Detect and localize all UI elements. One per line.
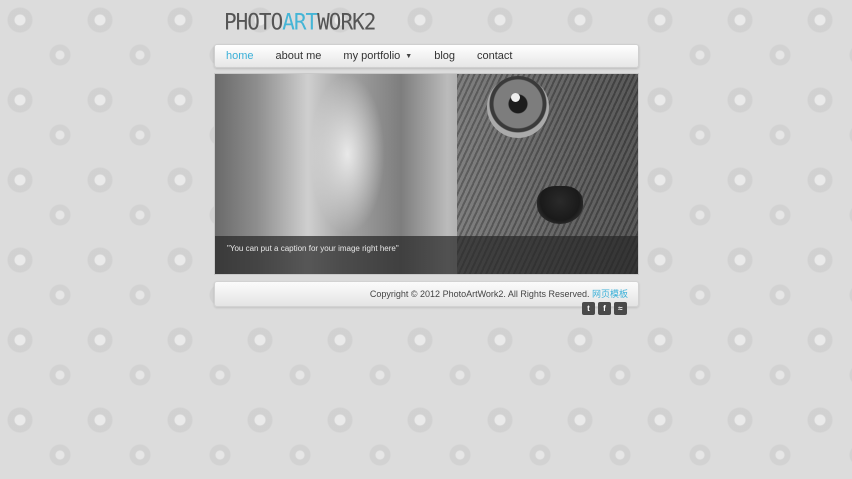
nav-item-portfolio-label: my portfolio — [343, 50, 401, 62]
main-navigation: home about me my portfolio ▼ blog contac… — [214, 44, 639, 68]
nav-item-blog[interactable]: blog — [423, 45, 466, 67]
rss-icon[interactable]: ≈ — [614, 302, 627, 315]
logo-text-part1: PHOTO — [224, 9, 283, 35]
twitter-icon[interactable]: t — [582, 302, 595, 315]
logo-text-part2: WORK — [317, 9, 365, 35]
site-footer: Copyright © 2012 PhotoArtWork2. All Righ… — [214, 281, 639, 307]
social-links: t f ≈ — [582, 302, 627, 315]
copyright-text: Copyright © 2012 PhotoArtWork2. All Righ… — [369, 289, 590, 299]
facebook-icon[interactable]: f — [598, 302, 611, 315]
nav-item-contact[interactable]: contact — [466, 45, 523, 67]
cat-nose-image — [537, 186, 583, 224]
footer-template-link[interactable]: 网页模板 — [592, 289, 628, 299]
cat-eye-image — [487, 76, 549, 138]
nav-item-portfolio[interactable]: my portfolio ▼ — [332, 45, 423, 67]
footer-copyright: Copyright © 2012 PhotoArtWork2. All Righ… — [370, 287, 628, 300]
nav-item-about[interactable]: about me — [265, 45, 333, 67]
slider-caption-bar: "You can put a caption for your image ri… — [215, 236, 638, 274]
slider-background-blur — [310, 74, 385, 234]
cat-eye-glint — [511, 93, 520, 102]
site-logo[interactable]: PHOTOARTWORK2 — [224, 9, 377, 38]
nav-item-home[interactable]: home — [215, 45, 265, 67]
logo-text-accent: ART — [282, 9, 318, 35]
slider-caption: "You can put a caption for your image ri… — [227, 244, 399, 253]
image-slider[interactable]: "You can put a caption for your image ri… — [214, 73, 639, 275]
chevron-down-icon: ▼ — [405, 52, 413, 60]
logo-text-suffix: 2 — [363, 9, 377, 35]
